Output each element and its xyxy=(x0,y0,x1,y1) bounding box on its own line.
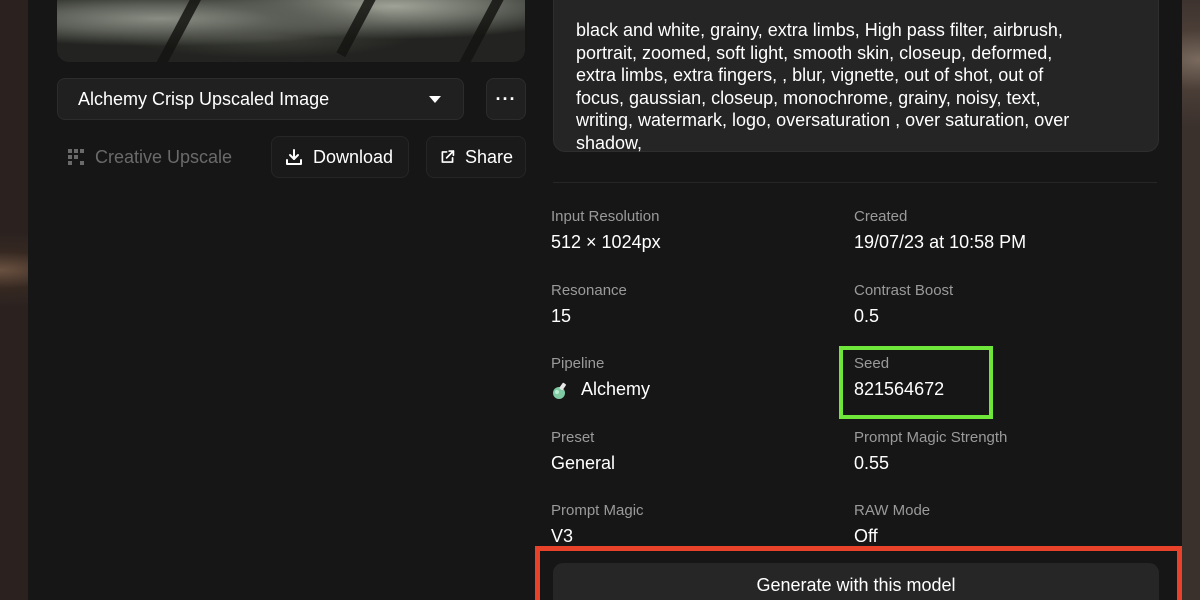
detail-label: Input Resolution xyxy=(551,208,660,225)
detail-input-resolution: Input Resolution 512 × 1024px xyxy=(551,208,661,253)
detail-label: RAW Mode xyxy=(854,502,931,519)
detail-value: 0.55 xyxy=(854,453,890,473)
download-icon xyxy=(286,149,302,165)
creative-upscale-label: Creative Upscale xyxy=(95,146,233,167)
detail-label: Pipeline xyxy=(551,355,605,372)
detail-value: General xyxy=(551,453,616,473)
detail-prompt-magic-strength: Prompt Magic Strength 0.55 xyxy=(854,429,1007,474)
detail-value: 512 × 1024px xyxy=(551,232,661,252)
detail-preset: Preset General xyxy=(551,429,615,474)
creative-upscale-button[interactable]: Creative Upscale xyxy=(56,136,244,178)
detail-value: 15 xyxy=(551,306,572,326)
creative-upscale-icon xyxy=(68,149,84,165)
detail-pipeline: Pipeline Alchemy xyxy=(551,355,650,400)
detail-value: 0.5 xyxy=(854,306,880,326)
generate-highlight-box xyxy=(535,546,1182,600)
download-button[interactable]: Download xyxy=(271,136,409,178)
detail-label: Resonance xyxy=(551,282,627,299)
detail-label: Preset xyxy=(551,429,595,446)
share-icon xyxy=(441,150,455,163)
detail-label: Prompt Magic xyxy=(551,502,644,519)
share-button[interactable]: Share xyxy=(426,136,526,178)
image-variant-select-label: Alchemy Crisp Upscaled Image xyxy=(78,88,330,109)
detail-raw-mode: RAW Mode Off xyxy=(854,502,930,547)
detail-value: 19/07/23 at 10:58 PM xyxy=(854,232,1027,252)
share-label: Share xyxy=(464,146,513,167)
divider xyxy=(553,182,1157,183)
generated-image-preview[interactable] xyxy=(57,0,525,62)
detail-value: Alchemy xyxy=(581,379,651,399)
image-variant-select[interactable]: Alchemy Crisp Upscaled Image xyxy=(57,78,464,120)
detail-label: Contrast Boost xyxy=(854,282,954,299)
negative-prompt-text: black and white, grainy, extra limbs, Hi… xyxy=(576,20,1070,153)
negative-prompt-box: black and white, grainy, extra limbs, Hi… xyxy=(553,0,1159,153)
detail-resonance: Resonance 15 xyxy=(551,282,627,327)
more-options-button[interactable]: ··· xyxy=(486,78,526,120)
detail-created: Created 19/07/23 at 10:58 PM xyxy=(854,208,1026,253)
detail-label: Created xyxy=(854,208,908,225)
chevron-down-icon xyxy=(429,95,441,103)
seed-highlight-box xyxy=(839,346,993,419)
detail-prompt-magic: Prompt Magic V3 xyxy=(551,502,644,547)
detail-label: Prompt Magic Strength xyxy=(854,429,1008,446)
detail-contrast-boost: Contrast Boost 0.5 xyxy=(854,282,953,327)
alchemy-flask-icon xyxy=(553,382,566,399)
detail-value: Off xyxy=(854,526,878,546)
download-label: Download xyxy=(313,146,394,167)
detail-value: V3 xyxy=(551,526,574,546)
detail-value-row: Alchemy xyxy=(551,379,650,400)
